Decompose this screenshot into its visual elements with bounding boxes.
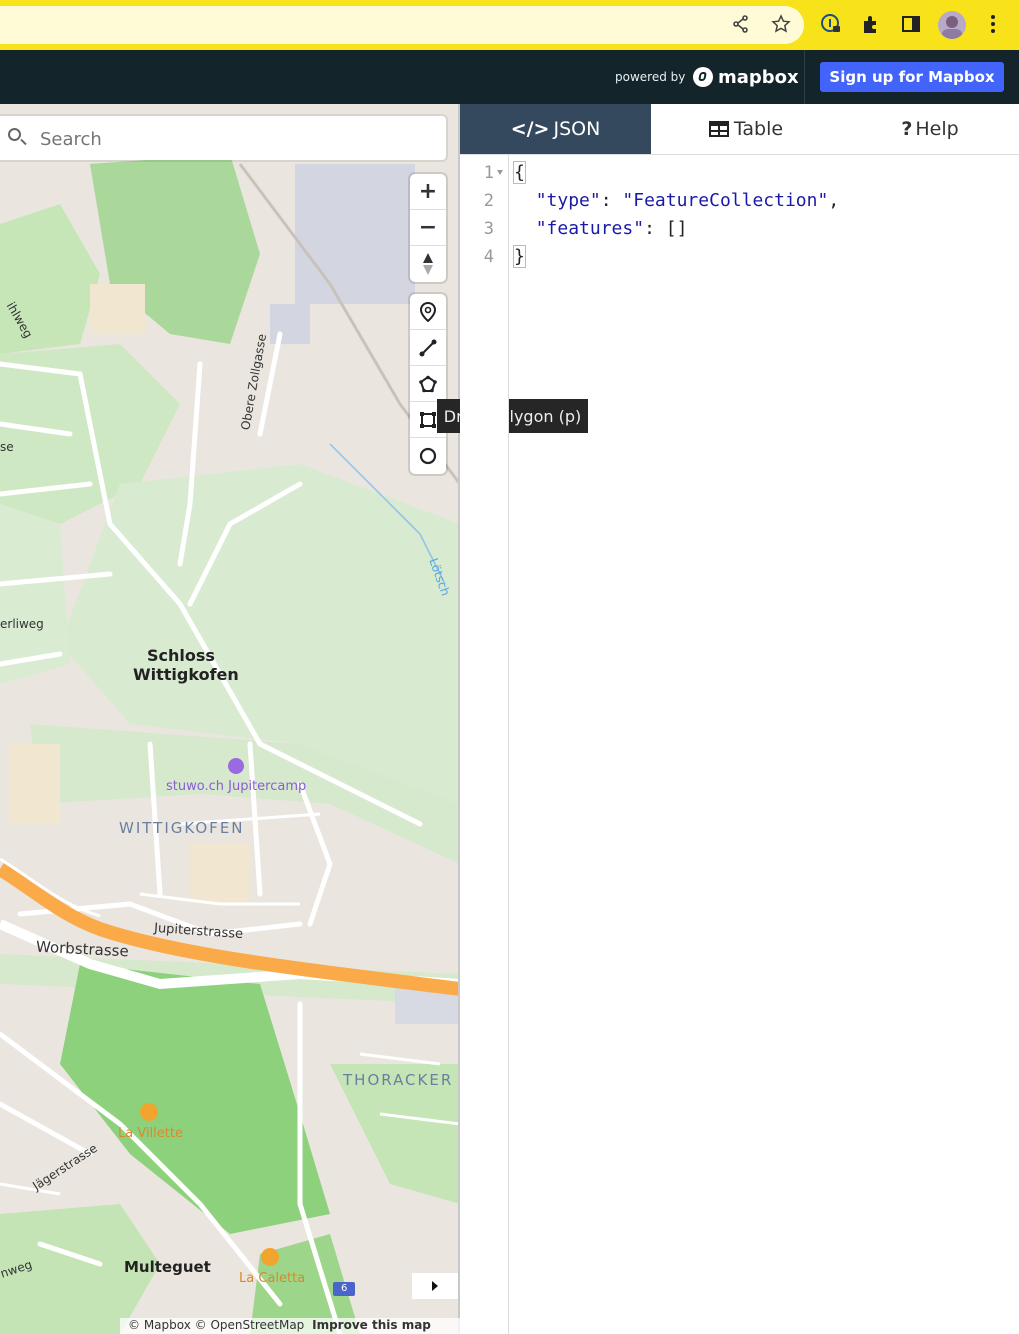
line-number: 4 [483,247,494,267]
side-panel-icon[interactable] [900,13,922,35]
compass-button[interactable] [410,246,446,282]
code-line-4: } [513,245,526,268]
json-value: [] [665,218,688,239]
draw-line-button[interactable] [410,330,446,366]
line-number: 2 [483,191,494,211]
help-icon: ? [901,118,913,140]
code-line-3: "features": [] [535,218,688,239]
tab-help-label: Help [915,118,959,140]
map-label-la-villette: La Villette [118,1126,183,1141]
address-bar[interactable] [0,6,804,44]
zoom-out-button[interactable]: − [410,210,446,246]
tab-json[interactable]: </> JSON [460,104,651,154]
polygon-icon [419,375,437,392]
marker-icon [419,301,437,322]
map-attribution: © Mapbox © OpenStreetMap Improve this ma… [120,1318,468,1334]
mapbox-brand-text: mapbox [718,66,799,88]
navigation-controls: + − [410,174,446,282]
map-label-la-caletta: La Caletta [239,1271,306,1286]
tab-table[interactable]: Table [651,104,841,154]
extensions-icon[interactable] [860,13,882,35]
tab-help[interactable]: ? Help [841,104,1019,154]
mapbox-logo[interactable]: mapbox [693,66,799,88]
attribution-text: © Mapbox © OpenStreetMap [128,1318,305,1332]
tab-table-label: Table [733,118,784,140]
fold-arrow-icon[interactable] [497,170,503,175]
map-label-stuwo: stuwo.ch Jupitercamp [166,779,307,794]
json-value: "FeatureCollection" [622,190,829,211]
zoom-in-button[interactable]: + [410,174,446,210]
improve-map-link[interactable]: Improve this map [312,1318,431,1332]
profile-avatar[interactable] [938,11,966,39]
collapse-panel-button[interactable] [412,1273,458,1299]
bookmark-star-icon[interactable] [770,13,792,35]
map-canvas[interactable] [0,104,458,1334]
map-label-multeguet: Multeguet [124,1258,211,1276]
code-line-2: "type": "FeatureCollection", [535,190,840,211]
search-icon [8,128,21,141]
compass-icon [423,253,433,275]
line-icon [419,339,437,356]
map-label-wittigkofen-place: Wittigkofen [133,665,239,684]
panel-tabs: </> JSON Table ? Help [460,104,1019,155]
draw-polygon-button[interactable] [410,366,446,402]
code-line-1: { [513,161,526,184]
map-label-erliweg: erliweg [0,617,44,631]
map-label-se: se [0,440,14,454]
line-number: 3 [483,219,494,239]
browser-menu-icon[interactable] [982,13,1004,35]
route-shield: 6 [341,1283,348,1294]
tab-json-label: JSON [553,118,601,140]
signup-button[interactable]: Sign up for Mapbox [820,62,1004,92]
draw-circle-button[interactable] [410,438,446,474]
draw-point-button[interactable] [410,294,446,330]
header-divider [804,50,805,104]
json-key: "type" [535,190,601,211]
circle-icon [419,447,437,465]
share-icon[interactable] [730,13,752,35]
browser-toolbar [0,0,1019,50]
search-input[interactable] [38,124,432,154]
editor-gutter [460,155,509,1334]
map-label-thoracker: THORACKER [343,1071,454,1089]
mapbox-logo-icon [693,67,713,87]
json-key: "features" [535,218,645,239]
powered-by-text: powered by [615,70,686,84]
map-tiles [0,154,458,1334]
rectangle-icon [420,411,436,428]
password-manager-icon[interactable] [820,13,842,35]
code-icon: </> [510,118,550,140]
map-label-schloss: Schloss [147,646,215,665]
table-icon [708,121,729,137]
draw-controls [410,294,446,474]
caret-right-icon [432,1281,438,1291]
map-label-wittigkofen-district: WITTIGKOFEN [119,819,245,837]
line-number: 1 [483,163,494,183]
map-search-box [0,116,446,160]
